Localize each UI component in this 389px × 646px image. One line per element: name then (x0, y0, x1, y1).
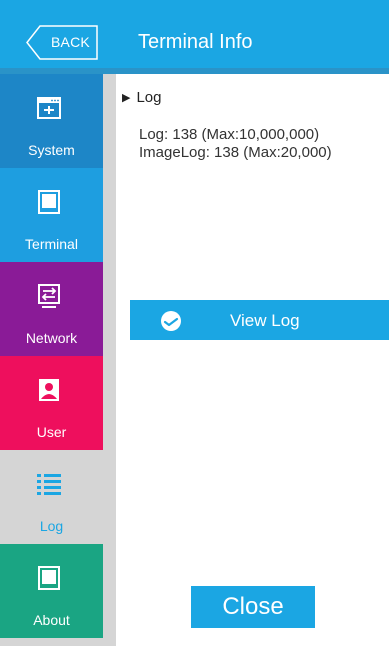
sidebar-item-label: System (28, 142, 75, 158)
back-button[interactable]: BACK (26, 25, 99, 60)
header-bar: BACK Terminal Info (0, 0, 389, 68)
log-count-text: Log: 138 (Max:10,000,000) (139, 126, 320, 143)
section-title-label: Log (136, 89, 162, 106)
check-circle-icon (161, 311, 181, 331)
tablet-icon (38, 190, 60, 214)
sidebar-item-user[interactable]: User (0, 356, 103, 450)
main-content: ▶ Log Log: 138 (Max:10,000,000) ImageLog:… (116, 74, 389, 646)
sidebar-item-about[interactable]: About (0, 544, 103, 638)
sidebar-item-terminal[interactable]: Terminal (0, 168, 103, 262)
network-arrows-icon (38, 284, 60, 308)
page-title: Terminal Info (138, 31, 253, 53)
sidebar-item-label: Log (39, 518, 64, 534)
sidebar-item-label: Terminal (25, 236, 78, 252)
sidebar-item-label: Network (25, 330, 78, 346)
sidebar: System Terminal Network User Log About (0, 74, 116, 646)
list-icon (37, 474, 61, 495)
back-button-label: BACK (51, 34, 90, 50)
section-title: ▶ Log (122, 89, 162, 106)
view-log-label: View Log (230, 311, 300, 330)
sidebar-item-label: User (36, 424, 67, 440)
close-button[interactable]: Close (191, 586, 315, 628)
user-icon (39, 379, 59, 401)
sidebar-item-label: About (33, 612, 70, 628)
tablet-icon (38, 566, 60, 590)
sidebar-item-network[interactable]: Network (0, 262, 103, 356)
system-window-icon (37, 97, 61, 119)
sidebar-item-system[interactable]: System (0, 74, 103, 168)
triangle-right-icon: ▶ (122, 92, 131, 104)
sidebar-item-log[interactable]: Log (0, 450, 103, 544)
imagelog-count-text: ImageLog: 138 (Max:20,000) (139, 144, 332, 161)
terminal-info-screen: BACK Terminal Info System Terminal Netwo… (0, 0, 389, 646)
view-log-button[interactable]: View Log (130, 300, 389, 340)
